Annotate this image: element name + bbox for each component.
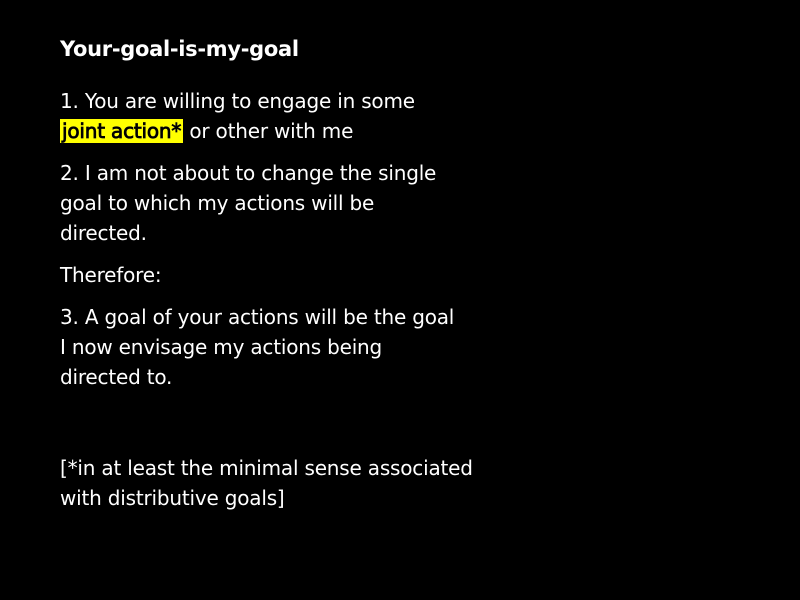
premise-1-prefix: 1. You are willing to engage in some [60,89,415,113]
slide-content: Your-goal-is-my-goal 1. You are willing … [60,34,460,404]
conclusion-3: 3. A goal of your actions will be the go… [60,305,455,389]
joint-action-highlight: joint action* [60,119,184,143]
therefore-label: Therefore: [60,263,162,287]
footnote: [*in at least the minimal sense associat… [60,456,473,510]
premise-1-suffix: or other with me [183,119,354,143]
premise-1: 1. You are willing to engage in some joi… [60,86,460,146]
slide-title: Your-goal-is-my-goal [60,37,299,61]
premise-2: 2. I am not about to change the single g… [60,161,437,245]
